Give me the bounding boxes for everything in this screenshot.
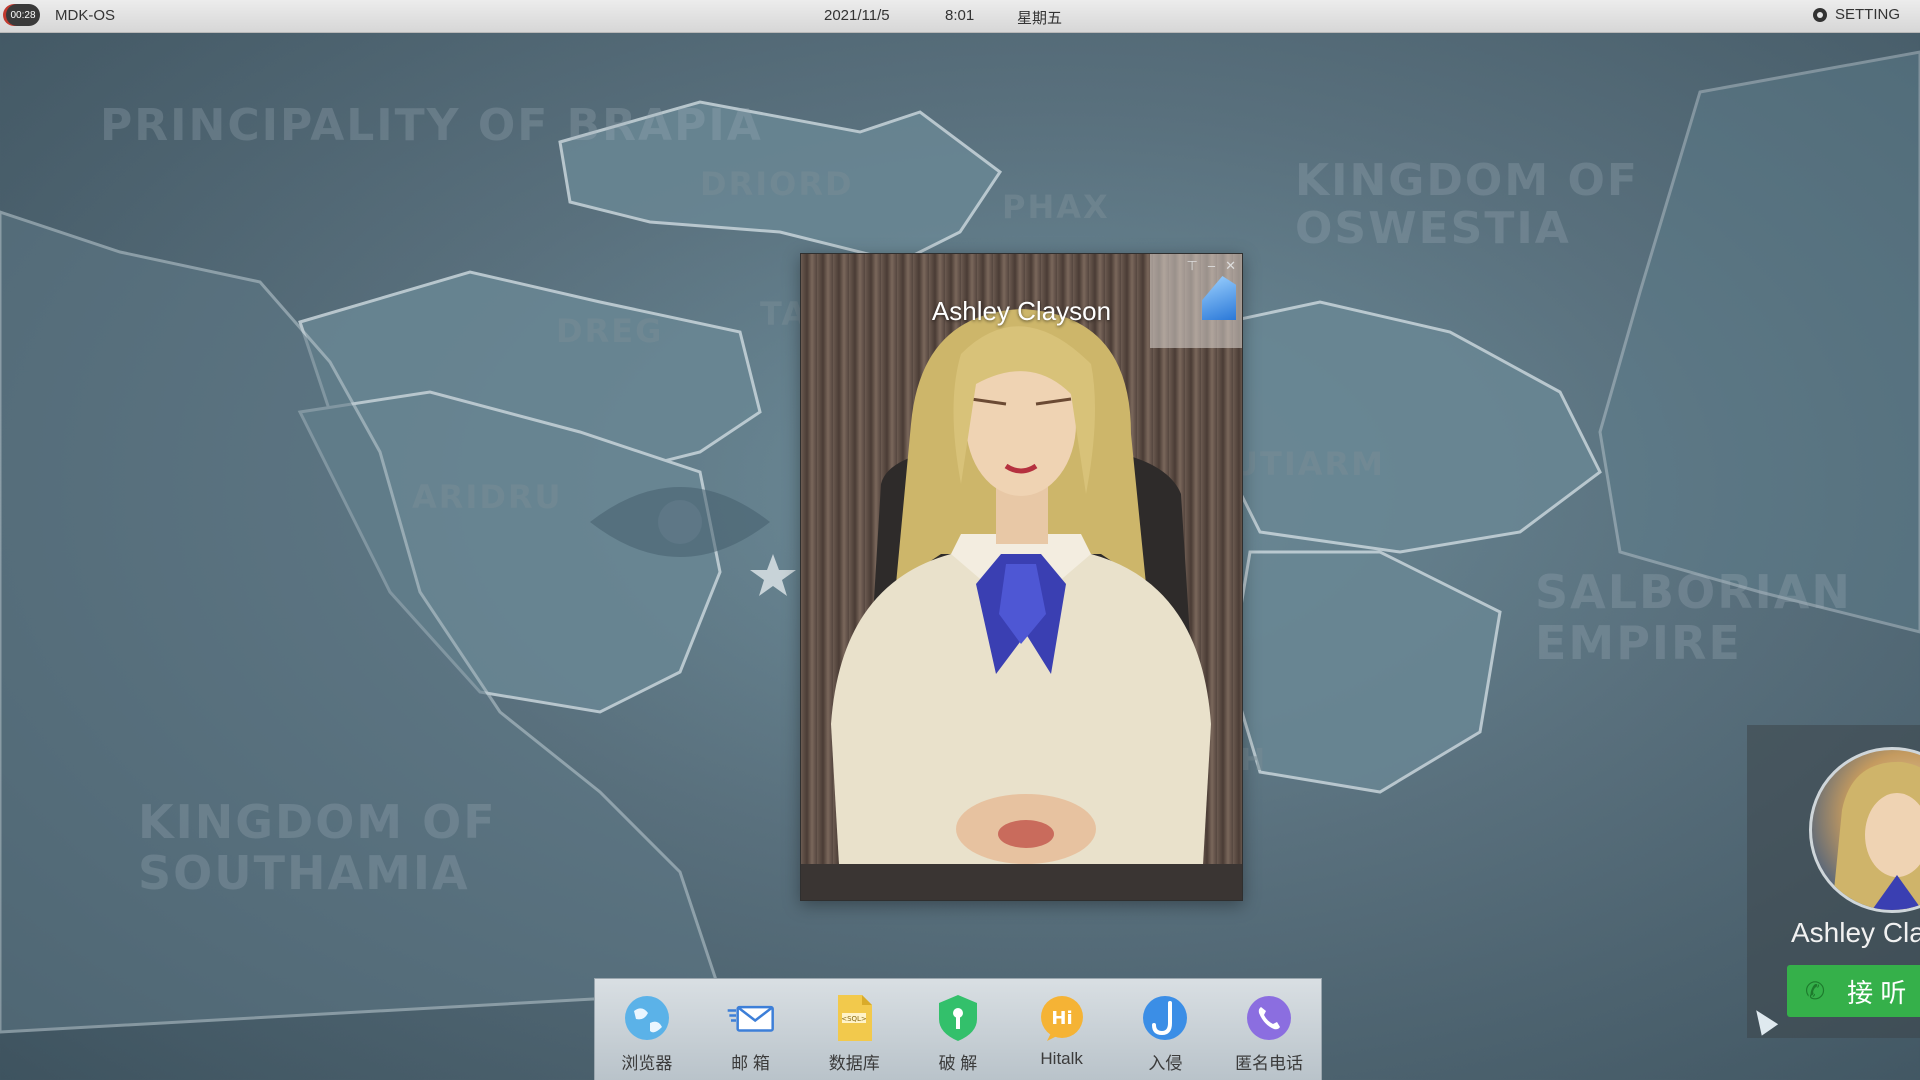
region-label: DREG [556, 312, 664, 350]
region-label: ARIDRU [412, 478, 563, 516]
caller-avatar [1809, 747, 1920, 913]
dock-label: 数据库 [828, 1054, 880, 1073]
key-shield-icon [933, 993, 983, 1043]
answer-label: 接 听 [1847, 977, 1907, 1008]
dock-label: 破 解 [938, 1054, 978, 1073]
incoming-call-panel: Ashley Cla ✆ 接 听 [1747, 725, 1920, 1038]
dock-item-mail[interactable]: 邮 箱 [707, 993, 795, 1074]
phone-icon: ✆ [1805, 977, 1826, 1005]
top-menu-bar: 00:28 MDK-OS 2021/11/5 8:01 星期五 SETTING [0, 0, 1920, 33]
dock-label: 邮 箱 [731, 1054, 770, 1073]
hitalk-icon: Hi [1037, 993, 1087, 1043]
dock-item-crack[interactable]: 破 解 [914, 993, 1002, 1074]
setting-label: SETTING [1834, 6, 1900, 23]
weekday-display: 星期五 [1017, 10, 1063, 27]
answer-call-button[interactable]: ✆ 接 听 [1787, 965, 1920, 1017]
pin-icon[interactable]: ⊤ [1187, 258, 1198, 274]
gear-icon [1812, 7, 1827, 22]
svg-text:<SQL>: <SQL> [841, 1015, 867, 1023]
region-label: UTIARM [1232, 445, 1385, 483]
region-label: PHAX [1002, 188, 1110, 226]
region-label: DRIORD [700, 165, 854, 203]
caller-avatar-image [1832, 761, 1920, 910]
region-label: H [1240, 743, 1268, 778]
date-display: 2021/11/5 [824, 7, 890, 24]
dock-item-database[interactable]: <SQL> 数据库 [810, 993, 898, 1074]
window-controls: ⊤ – ✕ [1187, 258, 1236, 274]
recording-timer: 00:28 [6, 4, 40, 26]
contact-name: Ashley Clayson [931, 296, 1112, 326]
sql-file-icon: <SQL> [829, 993, 879, 1043]
dock-item-intrude[interactable]: 入侵 [1121, 993, 1209, 1074]
region-label: SALBORIAN EMPIRE [1535, 565, 1852, 670]
hook-icon [1140, 993, 1190, 1043]
phone-icon [1244, 993, 1294, 1043]
region-label: KINGDOM OF OSWESTIA [1295, 155, 1639, 255]
region-label: PRINCIPALITY OF BRAPIA [100, 100, 763, 151]
dock-item-hitalk[interactable]: Hi Hitalk [1018, 993, 1106, 1069]
contact-window[interactable]: ⊤ – ✕ Ashley Clayson [800, 253, 1243, 901]
dock-label: 入侵 [1148, 1054, 1183, 1073]
contact-portrait [801, 309, 1242, 900]
dock-label: Hitalk [1040, 1049, 1083, 1068]
region-label: KINGDOM OF SOUTHAMIA [138, 795, 497, 900]
dock-item-anonymous-call[interactable]: 匿名电话 [1225, 993, 1313, 1074]
svg-text:Hi: Hi [1051, 1008, 1072, 1029]
minimize-icon[interactable]: – [1208, 258, 1215, 274]
time-display: 8:01 [945, 7, 975, 24]
close-icon[interactable]: ✕ [1225, 258, 1236, 274]
dock-label: 匿名电话 [1235, 1054, 1304, 1073]
globe-icon [622, 993, 672, 1043]
setting-button[interactable]: SETTING [1812, 6, 1900, 23]
dock-label: 浏览器 [621, 1054, 673, 1073]
dock-item-browser[interactable]: 浏览器 [603, 993, 691, 1074]
app-dock: 浏览器 邮 箱 <SQL> 数据库 破 解 Hi Hitalk 入侵 匿名电话 [594, 978, 1322, 1080]
caller-name: Ashley Cla [1791, 917, 1920, 948]
mail-icon [726, 993, 776, 1043]
os-name: MDK-OS [55, 7, 115, 24]
